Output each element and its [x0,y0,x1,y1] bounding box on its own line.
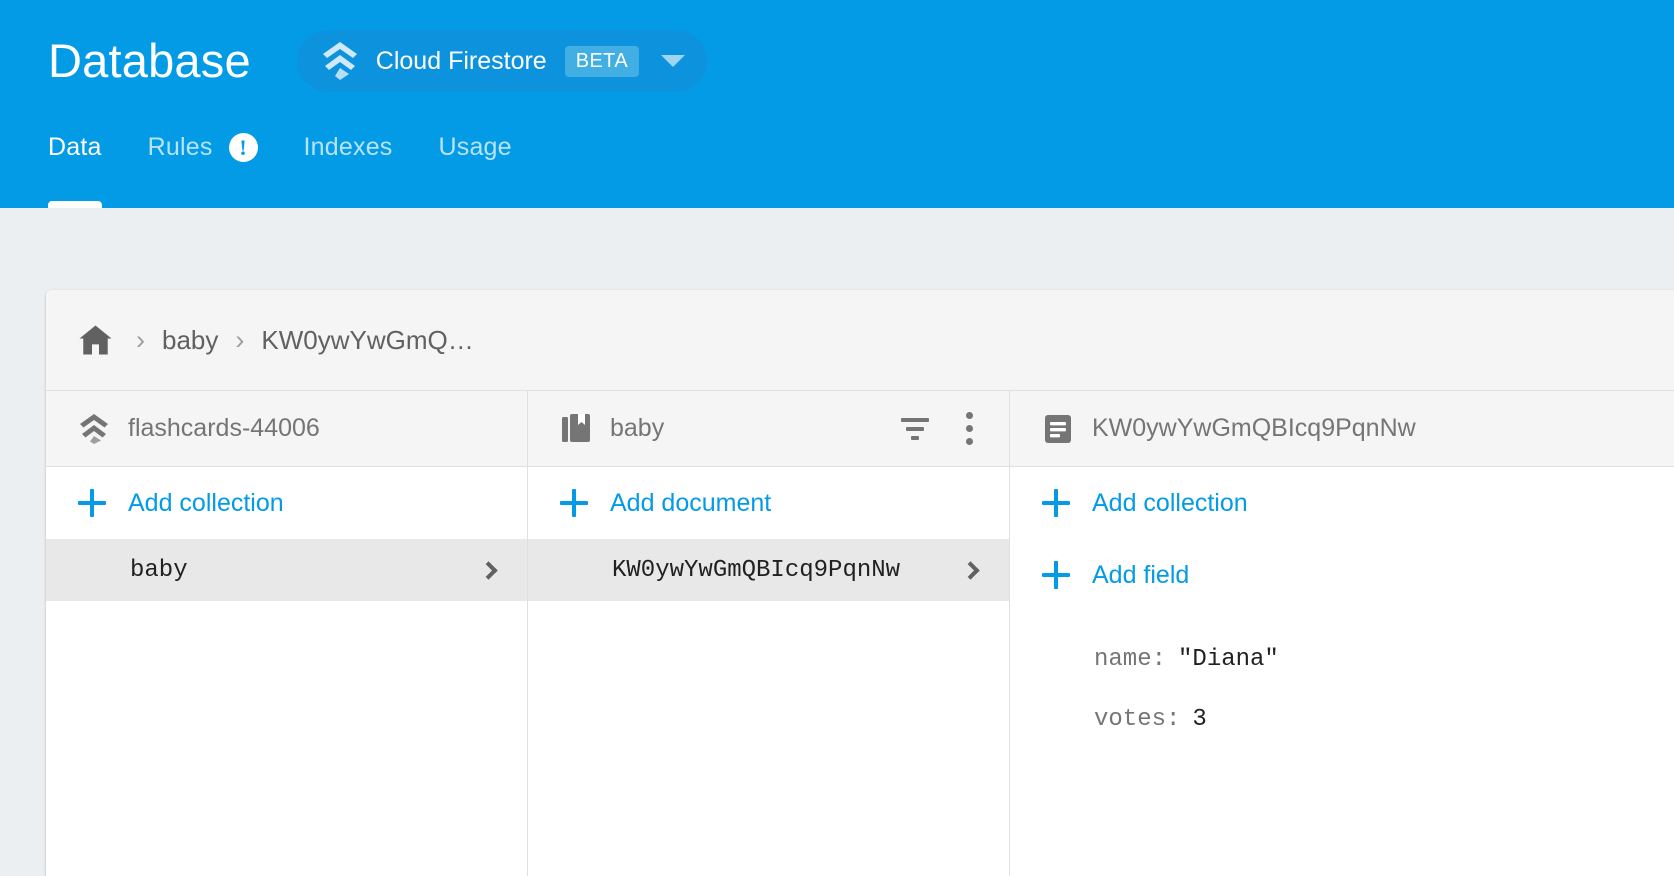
plus-icon [560,489,588,517]
document-field-row[interactable]: name : "Diana" [1010,629,1674,689]
column-documents: baby Add document KW0ywYwGmQBIcq9PqnNw [528,391,1010,876]
add-field-label: Add field [1092,560,1190,589]
tab-indexes[interactable]: Indexes [304,118,393,208]
tab-bar: Data Rules ! Indexes Usage [48,118,558,208]
chevron-right-icon [961,560,980,580]
add-collection-button[interactable]: Add collection [46,467,527,539]
column-collections: flashcards-44006 Add collection baby [46,391,528,876]
overflow-menu-button[interactable] [953,412,985,445]
tab-underline [439,201,512,208]
add-subcollection-label: Add collection [1092,488,1248,517]
tab-underline [304,201,393,208]
chevron-down-icon [661,55,686,67]
page-title: Database [48,34,251,87]
add-collection-label: Add collection [128,488,284,517]
more-vert-icon [965,412,973,445]
column-collections-title: flashcards-44006 [128,414,320,442]
field-key: votes [1094,705,1167,733]
top-header-bar: Database Cloud Firestore BETA Data Rules… [0,0,1674,208]
field-value: "Diana" [1178,645,1279,673]
column-documents-actions [899,412,985,445]
firebase-project-icon [78,413,110,445]
tab-usage-label: Usage [438,132,512,161]
breadcrumb: › baby › KW0ywYwGmQ… [46,290,1674,391]
plus-icon [1042,489,1070,517]
column-documents-title: baby [610,414,665,442]
column-document-detail: KW0ywYwGmQBIcq9PqnNw Add collection Add … [1010,391,1674,876]
browser-columns: flashcards-44006 Add collection baby bab… [46,391,1674,876]
add-field-button[interactable]: Add field [1010,539,1674,611]
column-document-detail-title: KW0ywYwGmQBIcq9PqnNw [1092,414,1416,442]
document-list-item[interactable]: KW0ywYwGmQBIcq9PqnNw [528,539,1009,601]
beta-badge: BETA [564,45,640,77]
firebase-logo-icon [322,42,357,80]
breadcrumb-item-document[interactable]: KW0ywYwGmQ… [261,325,473,356]
collection-name: baby [130,556,188,584]
collection-bookmark-icon [560,413,592,445]
document-id: KW0ywYwGmQBIcq9PqnNw [612,556,901,584]
product-name-label: Cloud Firestore [375,46,547,75]
add-document-button[interactable]: Add document [528,467,1009,539]
tab-data-label: Data [48,132,102,161]
filter-icon [901,417,929,440]
tab-data[interactable]: Data [48,118,102,208]
field-spacer [1010,611,1674,629]
field-value: 3 [1192,705,1207,733]
chevron-right-icon [479,560,498,580]
document-field-row[interactable]: votes : 3 [1010,689,1674,749]
plus-icon [78,489,106,517]
tab-underline [148,201,258,208]
tab-usage[interactable]: Usage [439,118,512,208]
collection-list-item[interactable]: baby [46,539,527,601]
add-subcollection-button[interactable]: Add collection [1010,467,1674,539]
document-icon [1042,413,1074,445]
error-exclamation-icon: ! [228,132,258,162]
product-selector-button[interactable]: Cloud Firestore BETA [296,30,708,92]
breadcrumb-separator: › [235,324,245,355]
field-colon: : [1166,705,1181,733]
header-title-row: Database Cloud Firestore BETA [48,24,708,98]
data-browser-card: › baby › KW0ywYwGmQ… flashcards-44006 Ad… [46,290,1674,876]
tab-active-underline [48,201,102,208]
column-collections-header: flashcards-44006 [46,391,527,467]
tab-rules[interactable]: Rules ! [148,118,258,208]
field-key: name [1094,645,1152,673]
column-documents-header: baby [528,391,1009,467]
breadcrumb-separator: › [136,324,145,355]
plus-icon [1042,561,1070,589]
field-colon: : [1151,645,1167,673]
home-icon[interactable] [78,324,113,356]
tab-rules-label: Rules [147,132,213,161]
column-document-detail-header: KW0ywYwGmQBIcq9PqnNw [1010,391,1674,467]
breadcrumb-item-collection[interactable]: baby [162,325,218,356]
filter-button[interactable] [899,413,931,445]
add-document-label: Add document [610,488,772,517]
tab-indexes-label: Indexes [303,132,393,161]
